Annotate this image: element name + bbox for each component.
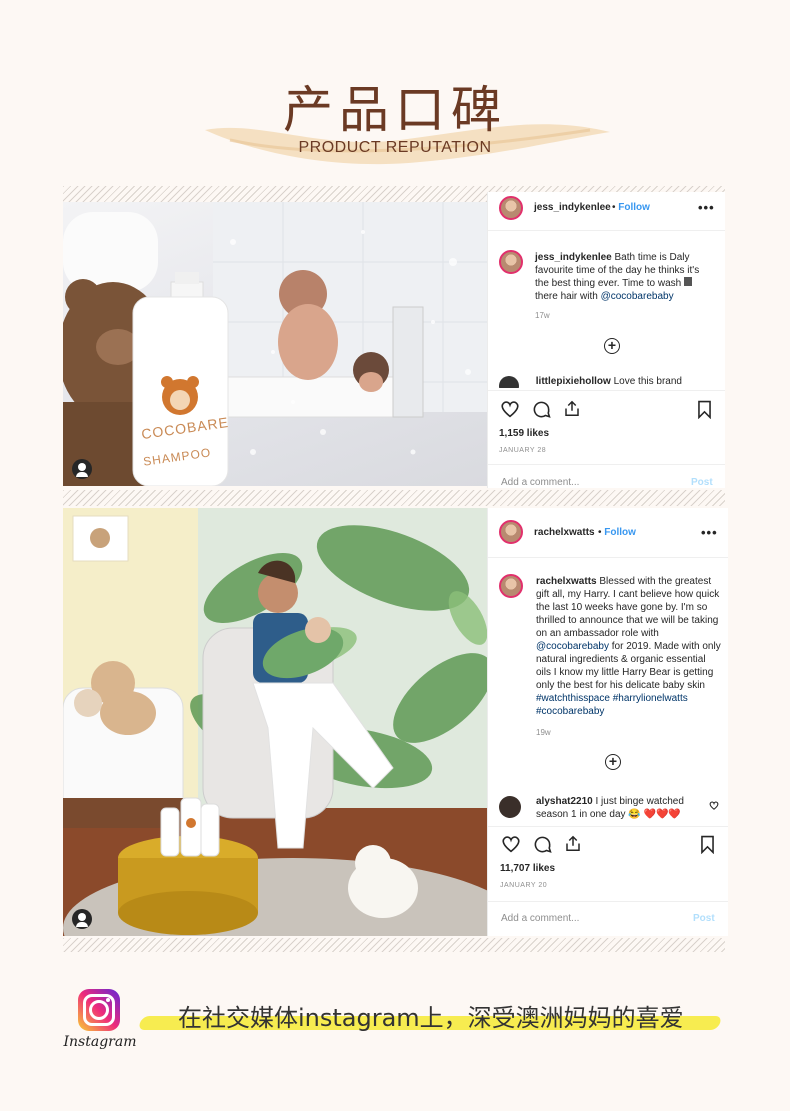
- likes-count[interactable]: 11,707 likes: [500, 863, 555, 874]
- instagram-wordmark: Instagram: [63, 1034, 137, 1050]
- add-comment-input[interactable]: Add a comment...: [501, 913, 579, 924]
- likes-count[interactable]: 1,159 likes: [499, 428, 549, 439]
- load-more-comments-icon[interactable]: +: [604, 338, 620, 354]
- like-heart-icon[interactable]: [500, 400, 520, 418]
- mention-link[interactable]: @cocobarebaby: [536, 641, 609, 652]
- post-age: 19w: [536, 728, 551, 737]
- more-options-icon[interactable]: •••: [698, 200, 715, 215]
- mention-link[interactable]: @cocobarebaby: [601, 291, 674, 302]
- hatched-band-bottom: [63, 938, 725, 952]
- user-tag-icon[interactable]: [72, 909, 92, 929]
- comment-row: alyshat2210 I just binge watched season …: [536, 796, 684, 820]
- follow-link[interactable]: • Follow: [598, 527, 636, 538]
- post-age: 17w: [535, 311, 550, 320]
- share-icon[interactable]: [564, 834, 582, 853]
- footer-slogan: 在社交媒体instagram上，深受澳洲妈妈的喜爱: [178, 1004, 684, 1032]
- instagram-panel-post-2: rachelxwatts • Follow ••• rachelxwatts B…: [487, 508, 728, 936]
- avatar[interactable]: [499, 574, 523, 598]
- add-comment-input[interactable]: Add a comment...: [501, 477, 579, 488]
- divider: [488, 230, 725, 231]
- comment-avatar[interactable]: [499, 796, 521, 818]
- post-date: JANUARY 28: [499, 447, 547, 454]
- post-caption: jess_indykenlee Bath time is Daly favour…: [535, 252, 700, 302]
- share-icon[interactable]: [563, 399, 581, 418]
- page-subtitle: PRODUCT REPUTATION: [298, 139, 492, 156]
- comment-row: littlepixiehollow Love this brand: [499, 376, 719, 388]
- divider: [488, 464, 725, 465]
- comment-like-icon[interactable]: [709, 801, 719, 810]
- post-comment-button[interactable]: Post: [693, 913, 715, 924]
- comment-bubble-icon[interactable]: [533, 835, 552, 854]
- avatar[interactable]: [499, 250, 523, 274]
- avatar[interactable]: [499, 196, 523, 220]
- user-tag-icon[interactable]: [72, 459, 92, 479]
- post-comment-button[interactable]: Post: [691, 477, 713, 488]
- post-username[interactable]: jess_indykenlee: [534, 202, 611, 213]
- follow-link[interactable]: • Follow: [612, 202, 650, 213]
- hatched-band-middle: [63, 490, 725, 506]
- hashtag-links[interactable]: #watchthisspace #harrylionelwatts #cocob…: [536, 693, 688, 717]
- post-date: JANUARY 20: [500, 882, 548, 889]
- post-username[interactable]: rachelxwatts: [534, 527, 595, 538]
- divider: [488, 901, 728, 902]
- divider: [488, 826, 728, 827]
- post-caption: rachelxwatts Blessed with the greatest g…: [536, 576, 721, 717]
- divider: [488, 390, 725, 391]
- comment-bubble-icon[interactable]: [532, 400, 551, 419]
- bookmark-icon[interactable]: [700, 835, 715, 854]
- post-photo-nursery: [63, 508, 487, 936]
- bookmark-icon[interactable]: [697, 400, 712, 419]
- instagram-logo-icon: [78, 989, 120, 1031]
- page-title: 产品口碑: [283, 81, 507, 139]
- load-more-comments-icon[interactable]: +: [605, 754, 621, 770]
- divider: [488, 557, 728, 558]
- more-options-icon[interactable]: •••: [701, 525, 718, 540]
- instagram-panel-post-1: jess_indykenlee • Follow ••• jess_indyke…: [487, 192, 725, 488]
- post-photo-bath: COCOBARE SHAMPOO: [63, 202, 487, 486]
- avatar[interactable]: [499, 520, 523, 544]
- like-heart-icon[interactable]: [501, 835, 521, 853]
